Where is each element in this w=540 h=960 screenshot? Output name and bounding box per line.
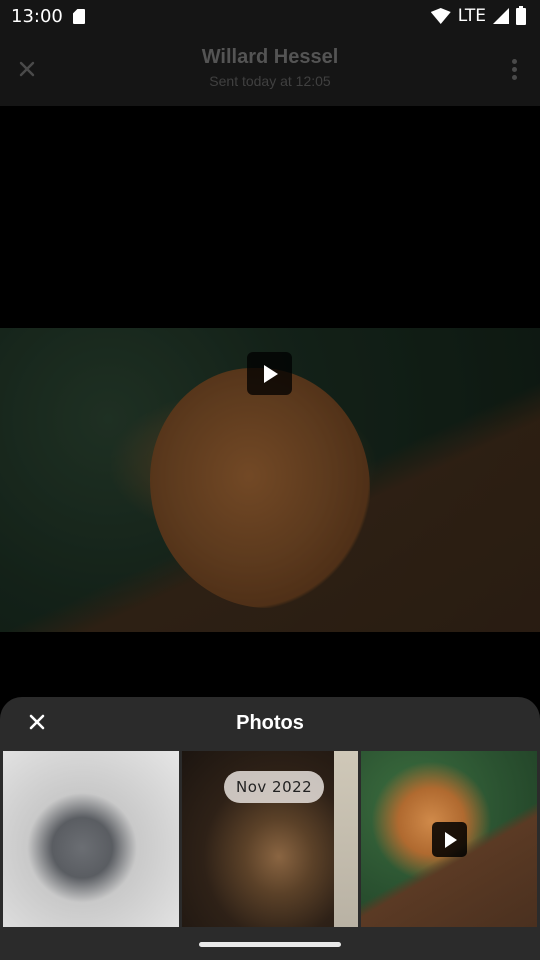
battery-icon bbox=[516, 5, 526, 25]
status-bar: 13:00 LTE bbox=[0, 0, 540, 32]
wifi-icon bbox=[430, 8, 451, 24]
home-indicator[interactable] bbox=[199, 942, 341, 947]
sender-info: Willard Hessel Sent today at 12:05 bbox=[0, 46, 540, 89]
sheet-title: Photos bbox=[236, 712, 304, 734]
sender-name: Willard Hessel bbox=[201, 46, 339, 68]
viewer-top-bar: Willard Hessel Sent today at 12:05 bbox=[0, 32, 540, 106]
play-icon bbox=[264, 364, 278, 383]
status-time: 13:00 bbox=[11, 5, 63, 27]
media-viewer[interactable] bbox=[0, 106, 540, 696]
thumbnail-photo[interactable] bbox=[3, 751, 179, 927]
cat-illustration bbox=[150, 368, 370, 608]
photos-bottom-sheet: Photos Nov 2022 bbox=[0, 697, 540, 960]
thumbnail-play-icon bbox=[432, 822, 467, 857]
sent-time: Sent today at 12:05 bbox=[209, 73, 331, 89]
signal-icon bbox=[493, 8, 509, 24]
sd-card-icon bbox=[72, 8, 85, 24]
thumbnail-video[interactable] bbox=[361, 751, 537, 927]
play-button[interactable] bbox=[247, 352, 292, 395]
status-indicators: LTE bbox=[430, 5, 526, 26]
network-label: LTE bbox=[457, 6, 486, 26]
more-options-icon[interactable] bbox=[502, 54, 526, 84]
date-chip: Nov 2022 bbox=[224, 771, 325, 803]
